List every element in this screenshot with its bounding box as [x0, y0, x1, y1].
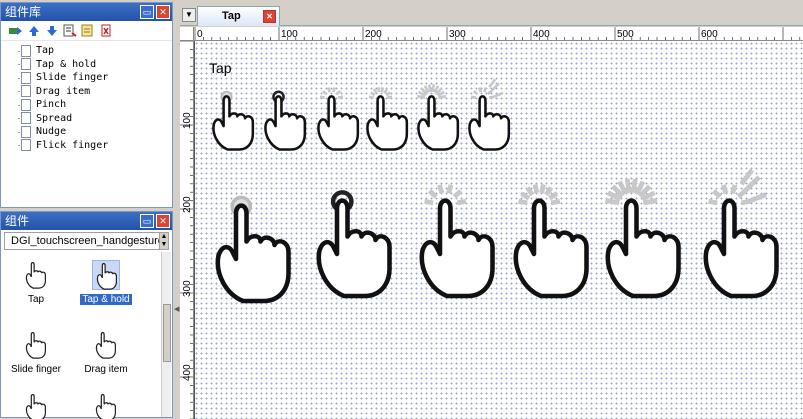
- tree-item[interactable]: Tap & hold: [18, 58, 172, 72]
- gallery-scrollbar[interactable]: [161, 252, 171, 417]
- tree-item[interactable]: Tap: [18, 44, 172, 58]
- tree-item[interactable]: Spread: [18, 112, 172, 126]
- close-tab-icon[interactable]: ✕: [263, 10, 276, 23]
- tree-item-label: Tap & hold: [36, 58, 97, 70]
- ruler-label: 100: [281, 29, 298, 40]
- tap-gesture-large[interactable]: [513, 183, 589, 299]
- tap-gesture-small[interactable]: [416, 84, 460, 151]
- library-panel-titlebar: 组件库 ▭ ✕: [1, 3, 172, 21]
- tap-gesture-small[interactable]: [264, 90, 307, 151]
- hand-gesture-icon: [92, 330, 120, 360]
- move-down-icon[interactable]: [44, 24, 59, 38]
- gallery-item-label: Drag item: [84, 364, 128, 375]
- gallery-item[interactable]: Tap & hold: [71, 260, 141, 305]
- ruler-label: 300: [449, 29, 466, 40]
- tree-item[interactable]: Flick finger: [18, 139, 172, 153]
- scrollbar-thumb[interactable]: [163, 304, 171, 362]
- move-up-icon[interactable]: [26, 24, 41, 38]
- components-panel-titlebar: 组件 ▭ ✕: [1, 212, 172, 230]
- tree-item-label: Spread: [36, 112, 73, 124]
- library-tree: Tap Tap & hold Slide finger Drag item Pinch S…: [1, 41, 172, 152]
- tree-item-label: Tap: [36, 45, 55, 57]
- tab-list-dropdown-icon[interactable]: ▼: [182, 8, 196, 22]
- hand-gesture-icon: [22, 392, 50, 419]
- tap-gesture-small[interactable]: [212, 90, 255, 151]
- document-icon: [18, 125, 31, 138]
- tree-item-label: Slide finger: [36, 72, 109, 84]
- tree-item[interactable]: Slide finger: [18, 71, 172, 85]
- notepad-icon[interactable]: [80, 24, 95, 38]
- ruler-label: 200: [365, 29, 382, 40]
- tap-gesture-large[interactable]: [215, 195, 291, 304]
- library-select[interactable]: DGI_touchscreen_handgestures ▲ ▼: [4, 232, 169, 250]
- ruler-label: 100: [182, 112, 193, 129]
- gallery-item[interactable]: [71, 392, 141, 419]
- collapse-arrow-icon[interactable]: ◀: [174, 305, 179, 313]
- ruler-label: 500: [617, 29, 634, 40]
- gallery-item[interactable]: Drag item: [71, 330, 141, 375]
- gallery-item-label: Tap: [27, 294, 45, 305]
- document-icon: [18, 112, 31, 125]
- component-gallery: Tap Tap & hold Slide finger Drag item: [1, 252, 161, 419]
- design-canvas[interactable]: Tap: [194, 41, 803, 419]
- close-icon[interactable]: ✕: [156, 214, 170, 228]
- ruler-label: 400: [182, 364, 193, 381]
- tree-item-label: Drag item: [36, 85, 91, 97]
- components-panel-title: 组件: [5, 214, 30, 228]
- ruler-corner: [180, 27, 194, 41]
- components-panel: 组件 ▭ ✕ DGI_touchscreen_handgestures ▲ ▼ T…: [0, 211, 173, 419]
- horizontal-ruler: 0 100 200 300 400 500 600: [194, 27, 803, 41]
- library-toolbar: [1, 21, 172, 41]
- tap-gesture-large[interactable]: [604, 178, 681, 299]
- close-icon[interactable]: ✕: [156, 5, 170, 19]
- gallery-item-label: Slide finger: [10, 364, 62, 375]
- tap-gesture-small[interactable]: [317, 87, 360, 151]
- restore-icon[interactable]: ▭: [140, 5, 154, 19]
- gallery-item[interactable]: [1, 392, 71, 419]
- tree-item-label: Nudge: [36, 126, 67, 138]
- document-icon: [18, 71, 31, 84]
- ruler-label: 400: [533, 29, 550, 40]
- document-tab-bar: ▼ Tap ✕: [180, 6, 803, 26]
- restore-icon[interactable]: ▭: [140, 214, 154, 228]
- add-library-icon[interactable]: [8, 24, 23, 38]
- tap-gesture-large[interactable]: [419, 184, 495, 299]
- ruler-label: 200: [182, 196, 193, 213]
- tree-item[interactable]: Pinch: [18, 98, 172, 112]
- tree-item[interactable]: Drag item: [18, 85, 172, 99]
- tap-gesture-large[interactable]: [703, 168, 779, 299]
- vertical-ruler: 100 200 300 400: [180, 41, 194, 419]
- document-icon: [18, 44, 31, 57]
- tab-label: Tap: [222, 10, 241, 22]
- tree-item-label: Pinch: [36, 99, 67, 111]
- hand-gesture-icon: [22, 330, 50, 360]
- hand-gesture-icon: [92, 392, 120, 419]
- document-icon: [18, 58, 31, 71]
- scroll-arrows-icon[interactable]: ▲ ▼: [159, 233, 168, 249]
- component-library-panel: 组件库 ▭ ✕ Tap Tap & hold Slide finger Drag it…: [0, 2, 173, 208]
- tap-gesture-small[interactable]: [468, 78, 511, 151]
- ruler-label: 300: [182, 280, 193, 297]
- tree-item[interactable]: Nudge: [18, 125, 172, 139]
- ruler-label: 600: [701, 29, 718, 40]
- library-select-value: DGI_touchscreen_handgestures: [11, 235, 169, 247]
- library-panel-title: 组件库: [5, 5, 42, 19]
- hand-gesture-icon: [22, 260, 50, 290]
- tree-item-label: Flick finger: [36, 139, 109, 151]
- document-icon: [18, 98, 31, 111]
- ruler-label: 0: [197, 29, 203, 40]
- app-window: { "library_panel": { "title": "组件库", "it…: [0, 0, 803, 419]
- gallery-item[interactable]: Slide finger: [1, 330, 71, 375]
- edit-list-icon[interactable]: [62, 24, 77, 38]
- hand-gesture-icon: [92, 260, 120, 290]
- tap-gesture-large[interactable]: [316, 190, 392, 299]
- tab-tap[interactable]: Tap ✕: [197, 6, 280, 26]
- gallery-item-label: Tap & hold: [80, 294, 132, 305]
- tap-gesture-small[interactable]: [366, 87, 409, 151]
- delete-icon[interactable]: [98, 24, 113, 38]
- gallery-item[interactable]: Tap: [1, 260, 71, 305]
- document-icon: [18, 139, 31, 152]
- document-icon: [18, 85, 31, 98]
